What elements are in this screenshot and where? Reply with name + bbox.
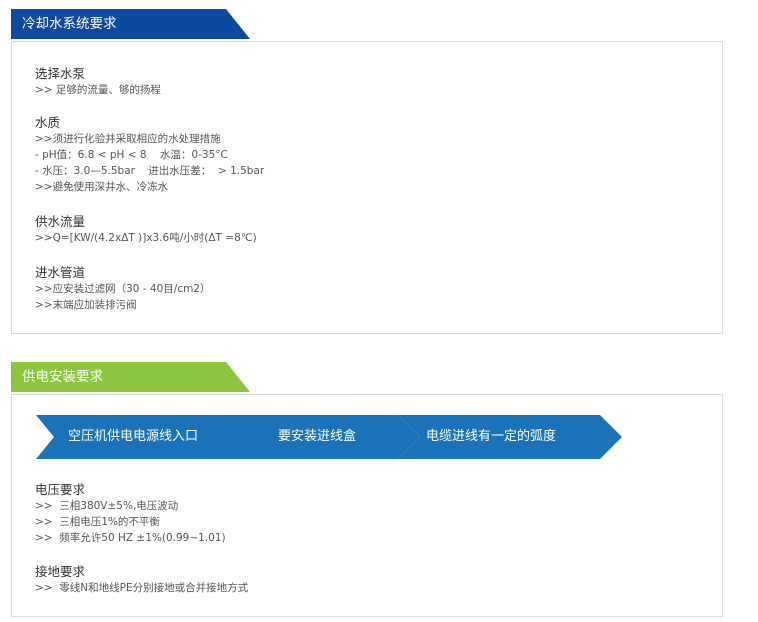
flow-step-label: 空压机供电电源线入口 bbox=[68, 429, 199, 444]
flow-step: 要安装进线盒 bbox=[248, 415, 420, 459]
ground-block: 接地要求 >> 零线N和地线PE分别接地或合并接地方式 bbox=[35, 563, 248, 596]
quality-title: 水质 bbox=[35, 115, 61, 130]
flow-step: 电缆进线有一定的弧度 bbox=[398, 415, 622, 459]
ground-title: 接地要求 bbox=[35, 564, 86, 579]
voltage-line: >> 频率允许50 HZ ±1%(0.99~1.01) bbox=[35, 532, 226, 544]
power-tab: 供电安装要求 bbox=[11, 362, 250, 392]
flow-step-label: 电缆进线有一定的弧度 bbox=[426, 429, 557, 444]
voltage-block: 电压要求 >> 三相380V±5%,电压波动 >> 三相电压1%的不平衡 >> … bbox=[35, 481, 226, 546]
power-process-flow: 空压机供电电源线入口 要安装进线盒 电缆进线有一定的弧度 bbox=[36, 415, 622, 459]
quality-line: - pH值：6.8 < pH < 8 水温：0-35°C bbox=[35, 149, 228, 161]
cooling-section: 冷却水系统要求 选择水泵 >> 足够的流量、够的扬程 水质 >>须进行化验并采取… bbox=[11, 9, 723, 334]
inlet-title: 进水管道 bbox=[35, 265, 86, 280]
quality-block: 水质 >>须进行化验并采取相应的水处理措施 - pH值：6.8 < pH < 8… bbox=[35, 114, 264, 195]
quality-line: - 水压：3.0—5.5bar 进出水压差： > 1.5bar bbox=[35, 165, 265, 177]
flow-title: 供水流量 bbox=[35, 214, 86, 229]
power-tab-title: 供电安装要求 bbox=[22, 369, 103, 385]
quality-line: >>须进行化验并采取相应的水处理措施 bbox=[35, 133, 221, 145]
pump-block: 选择水泵 >> 足够的流量、够的扬程 bbox=[35, 65, 161, 98]
inlet-line: >>应安装过滤网（30 - 40目/cm2） bbox=[35, 283, 211, 295]
ground-line: >> 零线N和地线PE分别接地或合并接地方式 bbox=[35, 582, 249, 594]
cooling-tab-title: 冷却水系统要求 bbox=[22, 16, 117, 32]
flow-line: >>Q=[KW/(4.2xΔT )]x3.6吨/小时(ΔT =8℃) bbox=[35, 232, 257, 244]
voltage-title: 电压要求 bbox=[35, 482, 86, 497]
flow-step-label: 要安装进线盒 bbox=[278, 429, 357, 444]
pump-title: 选择水泵 bbox=[35, 66, 86, 81]
power-panel: 空压机供电电源线入口 要安装进线盒 电缆进线有一定的弧度 电压要求 >> 三相3… bbox=[11, 394, 723, 617]
voltage-line: >> 三相电压1%的不平衡 bbox=[35, 516, 160, 528]
power-section: 供电安装要求 空压机供电电源线入口 要安装进线盒 电缆进线有一定的弧度 电压要求… bbox=[11, 362, 723, 617]
quality-line: >>避免使用深井水、冷冻水 bbox=[35, 181, 169, 193]
flow-step: 空压机供电电源线入口 bbox=[36, 415, 276, 459]
cooling-tab: 冷却水系统要求 bbox=[11, 9, 250, 39]
inlet-block: 进水管道 >>应安装过滤网（30 - 40目/cm2） >>末端应加装排污阀 bbox=[35, 264, 211, 313]
inlet-line: >>末端应加装排污阀 bbox=[35, 299, 137, 311]
cooling-panel: 选择水泵 >> 足够的流量、够的扬程 水质 >>须进行化验并采取相应的水处理措施… bbox=[11, 41, 723, 334]
pump-line: >> 足够的流量、够的扬程 bbox=[35, 84, 161, 96]
flow-block: 供水流量 >>Q=[KW/(4.2xΔT )]x3.6吨/小时(ΔT =8℃) bbox=[35, 213, 257, 246]
voltage-line: >> 三相380V±5%,电压波动 bbox=[35, 500, 179, 512]
